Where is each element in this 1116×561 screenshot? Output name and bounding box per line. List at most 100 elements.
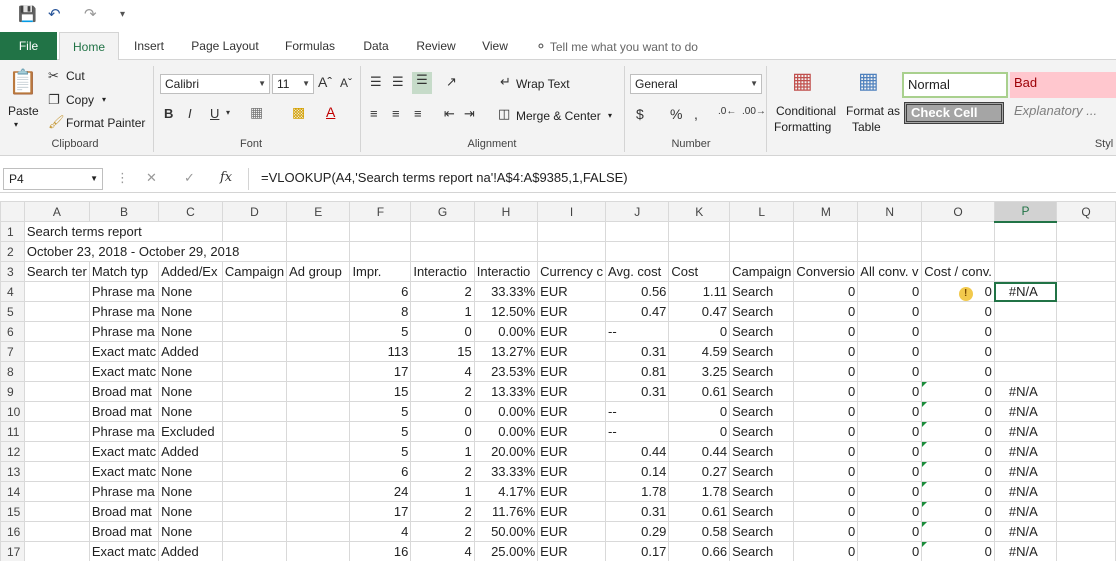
currency-cell[interactable]: EUR xyxy=(537,361,607,382)
cell[interactable] xyxy=(410,241,475,262)
all-conv-cell[interactable]: 0 xyxy=(857,381,923,402)
report-title-cell[interactable]: Search terms report xyxy=(23,221,223,242)
ad-group-cell[interactable] xyxy=(286,281,351,302)
cell-a[interactable] xyxy=(23,281,90,302)
interaction-rate-cell[interactable]: 33.33% xyxy=(473,461,539,482)
added-excluded-cell[interactable]: None xyxy=(158,361,223,382)
row-header-4[interactable]: 4 xyxy=(0,281,25,302)
cost-per-conv-cell[interactable]: 0 xyxy=(921,321,995,342)
lookup-result-cell[interactable]: #N/A xyxy=(993,441,1058,462)
all-conv-cell[interactable]: 0 xyxy=(857,361,923,382)
conversions-cell[interactable]: 0 xyxy=(793,281,859,302)
merge-center-button[interactable]: Merge & Center xyxy=(516,109,601,123)
campaign-cell[interactable] xyxy=(221,521,288,542)
ad-group-cell[interactable] xyxy=(286,421,351,442)
cell-q[interactable] xyxy=(1056,341,1116,362)
cost-cell[interactable]: 1.11 xyxy=(668,281,731,302)
interaction-rate-cell[interactable]: 23.53% xyxy=(473,361,539,382)
number-format-select[interactable]: General ▼ xyxy=(630,74,762,94)
campaign-cell[interactable] xyxy=(221,321,288,342)
cost-per-conv-cell[interactable]: 0 xyxy=(921,521,995,542)
interactions-cell[interactable]: 4 xyxy=(410,361,475,382)
currency-cell[interactable]: EUR xyxy=(537,481,607,502)
column-header-h[interactable]: H xyxy=(473,201,539,222)
added-excluded-cell[interactable]: None xyxy=(158,321,223,342)
cost-per-conv-cell[interactable]: 0 xyxy=(921,301,995,322)
interaction-rate-cell[interactable]: 0.00% xyxy=(473,401,539,422)
avg-cost-cell[interactable]: 0.44 xyxy=(605,441,670,462)
tell-me-box[interactable]: ⚬ Tell me what you want to do xyxy=(535,32,698,60)
lookup-result-cell[interactable]: #N/A xyxy=(993,401,1058,422)
copy-dropdown-icon[interactable]: ▾ xyxy=(102,95,106,104)
interactions-cell[interactable]: 0 xyxy=(410,321,475,342)
cell-a[interactable] xyxy=(23,501,90,522)
campaign-type-cell[interactable]: Search xyxy=(729,481,795,502)
column-header-p[interactable]: P xyxy=(993,201,1058,223)
cost-cell[interactable]: 0.27 xyxy=(668,461,731,482)
header-cell-h[interactable]: Interactio xyxy=(473,261,539,282)
borders-icon[interactable]: ▦ xyxy=(250,104,263,121)
conversions-cell[interactable]: 0 xyxy=(793,321,859,342)
cell[interactable] xyxy=(605,221,670,242)
header-cell-d[interactable]: Campaign xyxy=(221,261,288,282)
avg-cost-cell[interactable]: 0.14 xyxy=(605,461,670,482)
header-cell-f[interactable]: Impr. xyxy=(349,261,412,282)
header-cell-p[interactable] xyxy=(993,261,1058,282)
decrease-decimal-icon[interactable]: .00→ xyxy=(742,106,766,117)
header-cell-q[interactable] xyxy=(1056,261,1116,282)
lookup-result-cell[interactable]: #N/A xyxy=(993,481,1058,502)
avg-cost-cell[interactable]: 0.29 xyxy=(605,521,670,542)
header-cell-k[interactable]: Cost xyxy=(668,261,731,282)
header-cell-m[interactable]: Conversio xyxy=(793,261,859,282)
cost-cell[interactable]: 0 xyxy=(668,421,731,442)
merge-dropdown-icon[interactable]: ▾ xyxy=(608,111,612,120)
match-type-cell[interactable]: Exact matc xyxy=(88,341,160,362)
column-header-m[interactable]: M xyxy=(793,201,859,222)
cell[interactable] xyxy=(537,221,607,242)
cell[interactable] xyxy=(921,221,995,242)
cost-per-conv-cell[interactable]: 0 xyxy=(921,481,995,502)
cost-cell[interactable]: 3.25 xyxy=(668,361,731,382)
avg-cost-cell[interactable]: 0.56 xyxy=(605,281,670,302)
underline-dropdown-icon[interactable]: ▾ xyxy=(226,108,230,117)
cell-a[interactable] xyxy=(23,301,90,322)
row-header-8[interactable]: 8 xyxy=(0,361,25,382)
campaign-cell[interactable] xyxy=(221,541,288,561)
select-all-corner[interactable] xyxy=(0,201,25,222)
interaction-rate-cell[interactable]: 12.50% xyxy=(473,301,539,322)
column-header-b[interactable]: B xyxy=(88,201,160,222)
cell-a[interactable] xyxy=(23,321,90,342)
ad-group-cell[interactable] xyxy=(286,541,351,561)
currency-cell[interactable]: EUR xyxy=(537,321,607,342)
cost-cell[interactable]: 4.59 xyxy=(668,341,731,362)
conversions-cell[interactable]: 0 xyxy=(793,541,859,561)
avg-cost-cell[interactable]: 0.31 xyxy=(605,501,670,522)
cell[interactable] xyxy=(286,241,351,262)
currency-cell[interactable]: EUR xyxy=(537,421,607,442)
ad-group-cell[interactable] xyxy=(286,481,351,502)
cancel-icon[interactable]: ✕ xyxy=(146,170,157,186)
style-normal[interactable]: Normal xyxy=(902,72,1008,98)
all-conv-cell[interactable]: 0 xyxy=(857,541,923,561)
header-cell-c[interactable]: Added/Ex xyxy=(158,261,223,282)
tab-file[interactable]: File xyxy=(0,32,57,60)
row-header-13[interactable]: 13 xyxy=(0,461,25,482)
cost-cell[interactable]: 0 xyxy=(668,321,731,342)
cell-q[interactable] xyxy=(1056,401,1116,422)
ad-group-cell[interactable] xyxy=(286,441,351,462)
row-header-11[interactable]: 11 xyxy=(0,421,25,442)
campaign-cell[interactable] xyxy=(221,441,288,462)
match-type-cell[interactable]: Exact matc xyxy=(88,461,160,482)
cell[interactable] xyxy=(537,241,607,262)
ad-group-cell[interactable] xyxy=(286,401,351,422)
cell[interactable] xyxy=(668,241,731,262)
conversions-cell[interactable]: 0 xyxy=(793,441,859,462)
lookup-result-cell[interactable] xyxy=(993,321,1058,342)
currency-cell[interactable]: EUR xyxy=(537,301,607,322)
lookup-result-cell[interactable]: #N/A xyxy=(993,381,1058,402)
campaign-type-cell[interactable]: Search xyxy=(729,521,795,542)
cell-q[interactable] xyxy=(1056,321,1116,342)
cell-a[interactable] xyxy=(23,541,90,561)
conversions-cell[interactable]: 0 xyxy=(793,501,859,522)
conversions-cell[interactable]: 0 xyxy=(793,341,859,362)
